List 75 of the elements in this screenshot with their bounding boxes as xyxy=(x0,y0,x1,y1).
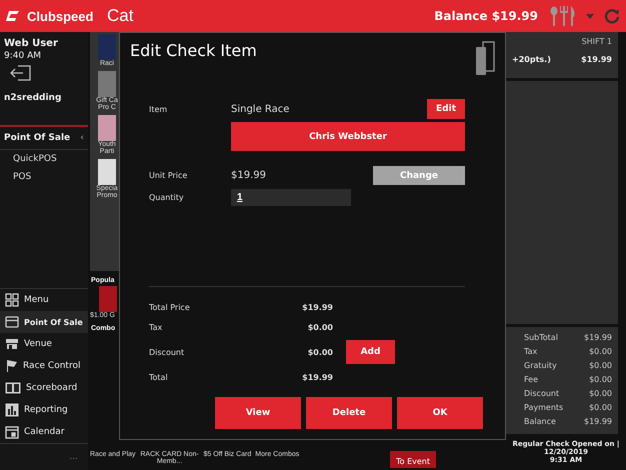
field-label: Item xyxy=(149,104,168,114)
shift-label: SHIFT 1 xyxy=(580,36,613,48)
total-value: $0.00 xyxy=(589,361,612,370)
nav-item[interactable]: Scoreboard xyxy=(0,377,88,399)
product-image[interactable] xyxy=(98,159,116,185)
nav-item[interactable]: Calendar xyxy=(0,421,88,443)
quantity-field[interactable]: 1 xyxy=(231,189,351,206)
total-label: Gratuity xyxy=(524,361,557,370)
location-name: n2sredding xyxy=(4,93,62,103)
nav-item[interactable]: Reporting xyxy=(0,399,88,421)
total-value: $0.00 xyxy=(589,389,612,398)
field-label: Discount xyxy=(149,348,186,356)
nav-item[interactable]: Point Of Sale xyxy=(0,311,88,333)
total-value: $19.99 xyxy=(584,333,612,342)
card-icon xyxy=(5,316,19,328)
phone-icon xyxy=(476,41,495,75)
more-menu[interactable]: ... xyxy=(69,452,78,462)
field-label: Total Price xyxy=(149,302,191,312)
customer-button[interactable]: Chris Webbster xyxy=(231,122,465,151)
refresh-icon[interactable] xyxy=(604,8,620,24)
total-value: $0.00 xyxy=(589,347,612,356)
action-button[interactable]: View xyxy=(215,397,301,429)
sidebar-item[interactable]: QuickPOS xyxy=(0,150,88,168)
chart-icon xyxy=(5,403,19,417)
action-button[interactable]: Delete xyxy=(306,397,392,429)
total-value: $0.00 xyxy=(589,403,612,412)
page-title: Cat xyxy=(107,6,134,26)
product-image[interactable] xyxy=(98,34,116,60)
nav-item[interactable]: Menu xyxy=(0,289,88,311)
field-label: Total xyxy=(149,372,169,382)
calendar-icon xyxy=(5,425,19,439)
section-title[interactable]: Point Of Sale xyxy=(4,133,70,143)
total-label: Fee xyxy=(524,375,538,384)
line-item-desc[interactable]: +20pts.) xyxy=(512,55,551,64)
nav-item[interactable]: Race Control xyxy=(0,355,88,377)
amount-value: $19.99 xyxy=(301,372,333,382)
action-button[interactable]: OK xyxy=(397,397,483,429)
amount-value: $0.00 xyxy=(306,322,333,332)
product-image[interactable] xyxy=(98,71,116,97)
add-button[interactable]: Add xyxy=(346,340,395,364)
field-label: Tax xyxy=(149,322,164,332)
caret-icon[interactable] xyxy=(586,14,594,18)
total-label: SubTotal xyxy=(524,333,558,342)
amount-value: $19.99 xyxy=(301,302,333,312)
clock-time: 9:40 AM xyxy=(4,51,42,61)
product-image[interactable] xyxy=(99,286,117,312)
total-label: Discount xyxy=(524,389,560,398)
field-label: Unit Price xyxy=(149,171,188,180)
scoreboard-icon xyxy=(5,382,21,394)
item-name: Single Race xyxy=(231,104,290,114)
brand-name: Clubspeed xyxy=(27,8,94,24)
unit-price: $19.99 xyxy=(231,170,267,181)
edit-button[interactable]: Edit xyxy=(427,99,465,119)
grid-icon xyxy=(5,293,19,307)
nav-item[interactable]: Venue xyxy=(0,333,88,355)
collapse-toggle[interactable]: ‹ xyxy=(80,133,84,143)
flag-icon xyxy=(5,359,18,373)
logout-icon[interactable] xyxy=(8,65,32,81)
line-item-price: $19.99 xyxy=(581,55,612,64)
to-event-button[interactable]: To Event xyxy=(390,451,436,468)
amount-value: $0.00 xyxy=(306,348,333,356)
total-label: Payments xyxy=(524,403,564,412)
store-icon xyxy=(5,338,19,350)
dialog-title: Edit Check Item xyxy=(130,41,257,62)
utensils-icon[interactable] xyxy=(550,6,576,26)
product-image[interactable] xyxy=(98,115,116,141)
field-label: Quantity xyxy=(149,193,185,202)
total-value: $19.99 xyxy=(584,417,612,426)
total-label: Tax xyxy=(524,347,538,356)
balance-label: Balance $19.99 xyxy=(434,9,538,23)
logo-icon xyxy=(6,11,19,21)
sidebar-item[interactable]: POS xyxy=(0,168,88,186)
total-value: $0.00 xyxy=(589,375,612,384)
user-name: Web User xyxy=(4,38,59,49)
total-label: Balance xyxy=(524,417,556,426)
